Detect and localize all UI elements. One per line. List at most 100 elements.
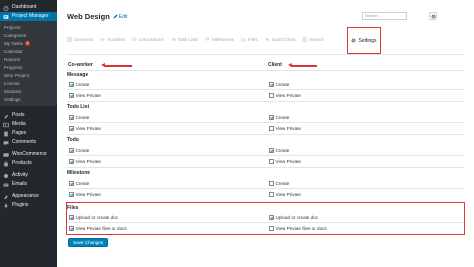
overview-icon: [67, 37, 72, 42]
tab-gantt-chart[interactable]: Gantt Chart: [265, 37, 295, 42]
checkbox-label: View Private: [275, 159, 301, 164]
sidebar-subitem-license[interactable]: License: [0, 79, 57, 87]
checkbox[interactable]: [69, 159, 74, 164]
sidebar-subitem-projects[interactable]: Projects: [0, 23, 57, 31]
client-annotation-arrow: [288, 63, 317, 67]
tab-invoice[interactable]: Invoice: [302, 37, 324, 42]
sidebar-subitem-woo-project[interactable]: Woo Project: [0, 71, 57, 79]
sidebar-subitem-calendar[interactable]: Calendar: [0, 47, 57, 55]
sidebar-item-dashboard[interactable]: Dashboard: [0, 3, 57, 12]
sidebar-item-products[interactable]: Products: [0, 159, 57, 168]
checkbox[interactable]: [69, 115, 74, 120]
sidebar-subitem-label: Projects: [4, 24, 21, 30]
sidebar-subitem-settings[interactable]: Settings: [0, 95, 57, 103]
sidebar-item-posts[interactable]: Posts: [0, 111, 57, 120]
checkbox[interactable]: [69, 226, 74, 231]
sidebar-subitem-modules[interactable]: Modules: [0, 87, 57, 95]
checkbox[interactable]: [269, 93, 274, 98]
checkbox[interactable]: [69, 93, 74, 98]
tab-label: Overview: [74, 37, 94, 42]
checkbox[interactable]: [269, 215, 274, 220]
divider: [67, 101, 464, 102]
coworker-todolist-view-private[interactable]: View Private: [69, 126, 101, 131]
section-title-milestone: Milestone: [67, 170, 91, 176]
search-input[interactable]: Search: [362, 12, 407, 20]
client-message-view-private[interactable]: View Private: [269, 93, 301, 98]
checkbox[interactable]: [269, 181, 274, 186]
coworker-todo-view-private[interactable]: View Private: [69, 159, 101, 164]
sidebar-item-project-manager[interactable]: Project Manager: [0, 12, 57, 21]
tab-files[interactable]: Files: [241, 37, 258, 42]
coworker-todo-create[interactable]: Create: [69, 148, 89, 153]
sidebar-item-emails[interactable]: Emails: [0, 180, 57, 189]
checkbox[interactable]: [269, 115, 274, 120]
tab-task-lists[interactable]: Task Lists: [171, 37, 198, 42]
checkbox-label: Create: [275, 115, 290, 120]
coworker-milestone-view-private[interactable]: View Private: [69, 192, 101, 197]
checkbox-label: View Private: [75, 159, 101, 164]
checkbox[interactable]: [69, 82, 74, 87]
checkbox[interactable]: [69, 126, 74, 131]
checkbox[interactable]: [269, 82, 274, 87]
checkbox[interactable]: [269, 126, 274, 131]
activity-icon: [3, 173, 9, 178]
sidebar-item-woocommerce[interactable]: WooCommerce: [0, 150, 57, 159]
checkbox[interactable]: [69, 148, 74, 153]
sidebar-item-label: Dashboard: [12, 4, 37, 10]
tab-settings[interactable]: Settings: [347, 27, 381, 54]
client-todo-create[interactable]: Create: [269, 148, 289, 153]
client-message-create[interactable]: Create: [269, 82, 289, 87]
sidebar-item-pages[interactable]: Pages: [0, 129, 57, 138]
gear-icon: [352, 38, 356, 43]
checkbox[interactable]: [69, 192, 74, 197]
header-settings-button[interactable]: [429, 12, 437, 20]
coworker-files-upload[interactable]: Upload or create doc: [69, 215, 118, 220]
sidebar-item-appearance[interactable]: Appearance: [0, 192, 57, 201]
client-milestone-view-private[interactable]: View Private: [269, 192, 301, 197]
sidebar-item-label: Media: [12, 121, 26, 127]
project-manager-submenu: Projects Categories My Tasks 1 Calendar R…: [0, 21, 57, 106]
divider: [67, 167, 464, 168]
sidebar-subitem-label: Calendar: [4, 48, 23, 54]
client-files-view-private[interactable]: View Private files or docs: [269, 226, 327, 231]
posts-icon: [4, 114, 9, 119]
client-files-upload[interactable]: Upload or create doc: [269, 215, 318, 220]
sidebar-subitem-my-tasks[interactable]: My Tasks 1: [0, 39, 57, 47]
sidebar-item-media[interactable]: Media: [0, 120, 57, 129]
permission-row: View Private View Private: [67, 190, 464, 199]
client-todo-view-private[interactable]: View Private: [269, 159, 301, 164]
sidebar-subitem-label: My Tasks: [4, 40, 24, 46]
checkbox[interactable]: [69, 215, 74, 220]
coworker-message-create[interactable]: Create: [69, 82, 89, 87]
coworker-message-view-private[interactable]: View Private: [69, 93, 101, 98]
permission-row: View Private View Private: [67, 157, 464, 166]
permission-row: View Private files or docs View Private …: [67, 224, 464, 233]
tab-activities[interactable]: Activities: [100, 37, 125, 42]
checkbox[interactable]: [269, 192, 274, 197]
checkbox[interactable]: [269, 148, 274, 153]
permission-row: Upload or create doc Upload or create do…: [67, 213, 464, 222]
sidebar-subitem-categories[interactable]: Categories: [0, 31, 57, 39]
checkbox[interactable]: [269, 226, 274, 231]
discussions-icon: [132, 37, 137, 42]
client-todolist-create[interactable]: Create: [269, 115, 289, 120]
client-todolist-view-private[interactable]: View Private: [269, 126, 301, 131]
tab-overview[interactable]: Overview: [67, 37, 93, 42]
sidebar-subitem-reports[interactable]: Reports: [0, 55, 57, 63]
checkbox[interactable]: [269, 159, 274, 164]
client-milestone-create[interactable]: Create: [269, 181, 289, 186]
sidebar-item-activity[interactable]: Activity: [0, 171, 57, 180]
edit-link[interactable]: Edit: [113, 14, 127, 20]
checkbox[interactable]: [69, 181, 74, 186]
coworker-todolist-create[interactable]: Create: [69, 115, 89, 120]
save-changes-button[interactable]: Save Changes: [68, 238, 109, 247]
sidebar-item-plugins[interactable]: Plugins: [0, 201, 57, 210]
sidebar-subitem-progress[interactable]: Progress: [0, 63, 57, 71]
sidebar-item-label: Pages: [12, 130, 27, 136]
sidebar-item-label: Emails: [12, 181, 28, 187]
coworker-milestone-create[interactable]: Create: [69, 181, 89, 186]
tab-discussions[interactable]: Discussions: [132, 37, 164, 42]
tab-milestones[interactable]: Milestones: [205, 37, 234, 42]
sidebar-item-comments[interactable]: Comments: [0, 138, 57, 147]
coworker-files-view-private[interactable]: View Private files or docs: [69, 226, 127, 231]
